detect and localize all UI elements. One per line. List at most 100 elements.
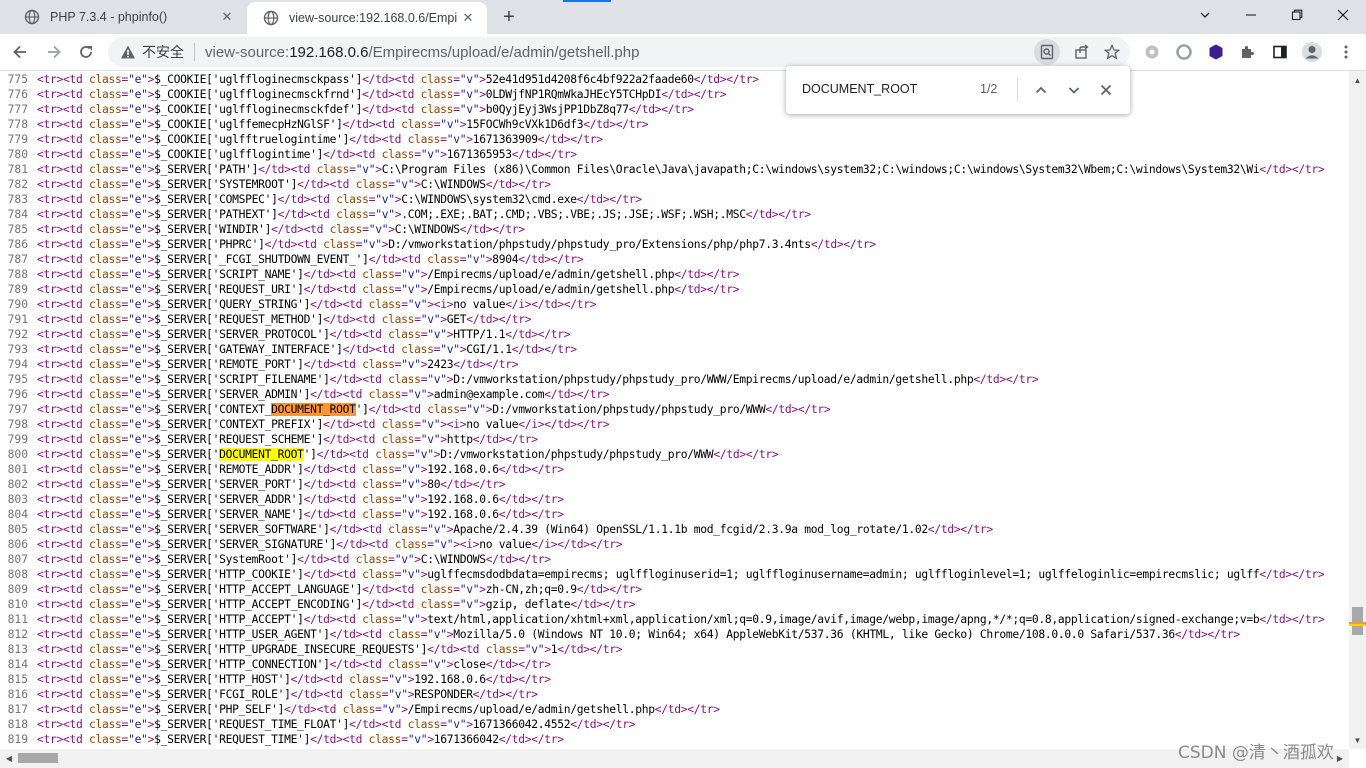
- line-number: 793: [7, 343, 28, 356]
- extension-gear-icon[interactable]: [1138, 38, 1166, 66]
- tab-view-source[interactable]: view-source:192.168.0.6/Empir ✕: [247, 2, 487, 34]
- find-next-button[interactable]: [1062, 78, 1086, 102]
- source-code: <tr><td class="e">$_SERVER['SERVER_NAME'…: [37, 508, 564, 521]
- line-number: 803: [7, 493, 28, 506]
- source-line: 817 <tr><td class="e">$_SERVER['PHP_SELF'…: [0, 702, 1349, 717]
- source-code: <tr><td class="e">$_SERVER['COMSPEC']</t…: [37, 193, 642, 206]
- line-number: 801: [7, 463, 28, 476]
- source-code: <tr><td class="e">$_SERVER['HTTP_ACCEPT_…: [37, 583, 642, 596]
- arrow-right-icon: [48, 45, 61, 59]
- find-bar: DOCUMENT_ROOT 1/2: [786, 66, 1130, 114]
- line-number: 802: [7, 478, 28, 491]
- globe-icon: [24, 9, 40, 25]
- source-code: <tr><td class="e">$_SERVER['SERVER_PORT'…: [37, 478, 506, 491]
- scroll-left-arrow-icon[interactable]: ◀: [2, 749, 16, 768]
- source-line: 777 <tr><td class="e">$_COOKIE['uglfflogi…: [0, 102, 1349, 117]
- url-text[interactable]: view-source:192.168.0.6/Empirecms/upload…: [205, 44, 639, 61]
- tab-title: view-source:192.168.0.6/Empir: [289, 11, 457, 25]
- bookmark-star-icon[interactable]: [1098, 37, 1126, 67]
- tab-search-icon[interactable]: [1182, 0, 1228, 30]
- warning-icon[interactable]: [120, 44, 136, 60]
- source-code: <tr><td class="e">$_SERVER['PATH']</td><…: [37, 163, 1325, 176]
- find-in-page-icon[interactable]: [1034, 39, 1060, 65]
- scrollbar-thumb[interactable]: [18, 753, 58, 763]
- share-icon[interactable]: [1068, 37, 1096, 67]
- source-code: <tr><td class="e">$_SERVER['HTTP_ACCEPT'…: [37, 613, 1325, 626]
- line-number: 778: [7, 118, 28, 131]
- side-panel-icon[interactable]: [1266, 38, 1294, 66]
- line-number: 789: [7, 283, 28, 296]
- source-line: 797 <tr><td class="e">$_SERVER['CONTEXT_D…: [0, 402, 1349, 417]
- source-line: 787 <tr><td class="e">$_SERVER['_FCGI_SHU…: [0, 252, 1349, 267]
- source-line: 808 <tr><td class="e">$_SERVER['HTTP_COOK…: [0, 567, 1349, 582]
- source-line: 778 <tr><td class="e">$_COOKIE['uglffemec…: [0, 117, 1349, 132]
- source-line: 788 <tr><td class="e">$_SERVER['SCRIPT_NA…: [0, 267, 1349, 282]
- scroll-up-arrow-icon[interactable]: ▲: [1349, 73, 1366, 87]
- menu-kebab-icon[interactable]: [1332, 38, 1360, 66]
- source-code: <tr><td class="e">$_COOKIE['uglffloginec…: [37, 103, 694, 116]
- tab-phpinfo[interactable]: PHP 7.3.4 - phpinfo() ✕: [8, 0, 246, 34]
- restore-button[interactable]: [1274, 0, 1320, 30]
- source-code: <tr><td class="e">$_SERVER['DOCUMENT_ROO…: [37, 448, 779, 461]
- line-number: 785: [7, 223, 28, 236]
- close-window-button[interactable]: [1320, 0, 1366, 30]
- line-number: 806: [7, 538, 28, 551]
- find-previous-button[interactable]: [1029, 78, 1053, 102]
- source-line: 782 <tr><td class="e">$_SERVER['SYSTEMROO…: [0, 177, 1349, 192]
- scroll-right-arrow-icon[interactable]: ▶: [1333, 749, 1347, 768]
- source-code: <tr><td class="e">$_SERVER['SYSTEMROOT']…: [37, 178, 551, 191]
- source-line: 795 <tr><td class="e">$_SERVER['SCRIPT_FI…: [0, 372, 1349, 387]
- source-view[interactable]: 775 <tr><td class="e">$_COOKIE['uglfflogi…: [0, 71, 1349, 749]
- source-line: 819 <tr><td class="e">$_SERVER['REQUEST_T…: [0, 732, 1349, 747]
- source-code: <tr><td class="e">$_SERVER['_FCGI_SHUTDO…: [37, 253, 584, 266]
- scroll-down-arrow-icon[interactable]: ▼: [1349, 733, 1366, 747]
- line-number: 779: [7, 133, 28, 146]
- source-code: <tr><td class="e">$_SERVER['WINDIR']</td…: [37, 223, 525, 236]
- line-number: 804: [7, 508, 28, 521]
- source-line: 783 <tr><td class="e">$_SERVER['COMSPEC']…: [0, 192, 1349, 207]
- horizontal-scrollbar[interactable]: ◀ ▶: [0, 749, 1349, 768]
- close-tab-icon[interactable]: ✕: [457, 7, 479, 29]
- security-label[interactable]: 不安全: [142, 42, 184, 62]
- vertical-scrollbar[interactable]: ▲ ▼: [1349, 71, 1366, 749]
- line-number: 782: [7, 178, 28, 191]
- profile-avatar-icon[interactable]: [1298, 38, 1326, 66]
- source-line: 780 <tr><td class="e">$_COOKIE['uglfflogi…: [0, 147, 1349, 162]
- extension-circle-icon[interactable]: [1170, 38, 1198, 66]
- source-line: 818 <tr><td class="e">$_SERVER['REQUEST_T…: [0, 717, 1349, 732]
- source-line: 786 <tr><td class="e">$_SERVER['PHPRC']</…: [0, 237, 1349, 252]
- scrollbar-thumb[interactable]: [1352, 607, 1363, 635]
- minimize-button[interactable]: [1228, 0, 1274, 30]
- find-close-button[interactable]: [1094, 78, 1118, 102]
- line-number: 808: [7, 568, 28, 581]
- forward-button[interactable]: [40, 38, 68, 66]
- source-line: 785 <tr><td class="e">$_SERVER['WINDIR']<…: [0, 222, 1349, 237]
- find-highlight: DOCUMENT_ROOT: [271, 403, 356, 416]
- source-code: <tr><td class="e">$_SERVER['REQUEST_SCHE…: [37, 433, 538, 446]
- source-line: 798 <tr><td class="e">$_SERVER['CONTEXT_P…: [0, 417, 1349, 432]
- source-code: <tr><td class="e">$_SERVER['SERVER_PROTO…: [37, 328, 571, 341]
- source-code: <tr><td class="e">$_SERVER['HTTP_ACCEPT_…: [37, 598, 636, 611]
- browser-toolbar: 不安全 view-source:192.168.0.6/Empirecms/up…: [0, 34, 1366, 71]
- extension-hexagon-icon[interactable]: [1202, 38, 1230, 66]
- source-line: 793 <tr><td class="e">$_SERVER['GATEWAY_I…: [0, 342, 1349, 357]
- close-icon: [1100, 84, 1112, 96]
- line-number: 798: [7, 418, 28, 431]
- extensions-puzzle-icon[interactable]: [1234, 38, 1262, 66]
- line-number: 812: [7, 628, 28, 641]
- close-tab-icon[interactable]: ✕: [216, 6, 238, 28]
- find-match-count: 1/2: [980, 82, 998, 96]
- source-code: <tr><td class="e">$_SERVER['REMOTE_ADDR'…: [37, 463, 564, 476]
- source-line: 791 <tr><td class="e">$_SERVER['REQUEST_M…: [0, 312, 1349, 327]
- back-button[interactable]: [6, 38, 34, 66]
- source-code: <tr><td class="e">$_SERVER['REQUEST_TIME…: [37, 733, 564, 746]
- find-input[interactable]: DOCUMENT_ROOT: [802, 82, 917, 96]
- source-code: <tr><td class="e">$_SERVER['SERVER_ADDR'…: [37, 493, 564, 506]
- new-tab-button[interactable]: +: [498, 6, 520, 28]
- reload-button[interactable]: [72, 38, 100, 66]
- line-number: 790: [7, 298, 28, 311]
- line-number: 818: [7, 718, 28, 731]
- address-bar[interactable]: 不安全 view-source:192.168.0.6/Empirecms/up…: [108, 37, 1130, 67]
- source-line: 790 <tr><td class="e">$_SERVER['QUERY_STR…: [0, 297, 1349, 312]
- line-number: 776: [7, 88, 28, 101]
